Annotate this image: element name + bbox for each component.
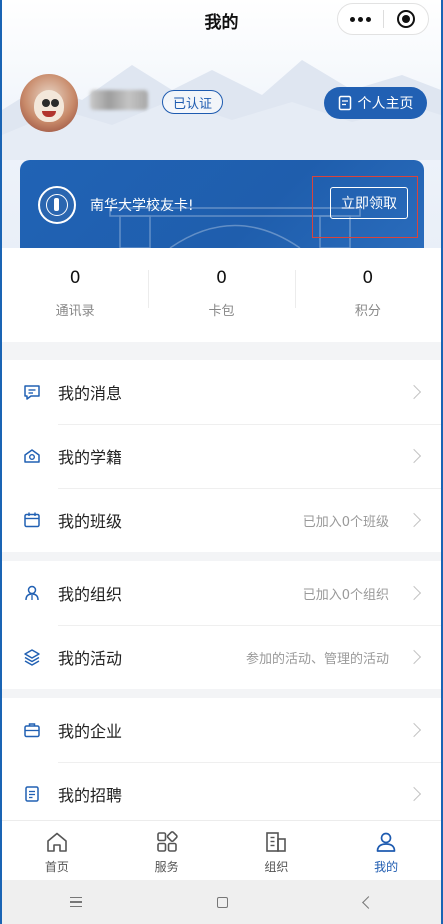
stat-points[interactable]: 0 积分 — [294, 248, 441, 342]
chevron-right-icon — [406, 649, 422, 665]
system-navigation-bar — [2, 880, 441, 924]
stat-value: 0 — [69, 268, 81, 288]
stat-label: 卡包 — [208, 304, 235, 319]
menu-item-messages[interactable]: 我的消息 — [2, 360, 441, 424]
tab-organization[interactable]: 组织 — [222, 821, 332, 880]
chevron-right-icon — [406, 512, 422, 528]
alumni-card-text: 南华大学校友卡! — [90, 198, 194, 214]
miniprogram-capsule — [337, 3, 429, 35]
student-status-icon — [24, 449, 40, 463]
menu-group-organization: 我的组织 已加入0个组织 我的活动 参加的活动、管理的活动 — [2, 561, 441, 689]
chevron-right-icon — [406, 786, 422, 802]
tab-label: 首页 — [44, 860, 69, 874]
stat-card-wallet[interactable]: 0 卡包 — [148, 248, 294, 342]
menu-item-student-status[interactable]: 我的学籍 — [2, 424, 441, 488]
username-blurred — [90, 90, 148, 110]
menu-item-label: 我的企业 — [58, 722, 123, 741]
building-icon — [266, 832, 287, 852]
menu-item-enterprise[interactable]: 我的企业 — [2, 698, 441, 762]
university-logo-icon — [38, 186, 76, 224]
menu-item-detail: 已加入0个组织 — [302, 587, 389, 603]
menu-group-personal: 我的消息 我的学籍 我的班级 已加入0个班级 — [2, 360, 441, 552]
chevron-right-icon — [406, 722, 422, 738]
stats-bar: 0 通讯录 0 卡包 0 积分 — [2, 248, 441, 342]
chevron-right-icon — [406, 585, 422, 601]
menu-item-class[interactable]: 我的班级 已加入0个班级 — [2, 488, 441, 552]
personal-homepage-button[interactable]: 个人主页 — [324, 87, 427, 119]
organization-icon — [25, 585, 39, 601]
layers-icon — [24, 649, 40, 666]
more-icon[interactable] — [338, 16, 383, 22]
menu-item-label: 我的消息 — [58, 384, 123, 403]
menu-icon[interactable] — [69, 894, 82, 911]
bottom-tab-bar: 首页 服务 组织 我的 — [2, 820, 441, 880]
menu-item-label: 我的班级 — [58, 512, 123, 531]
menu-item-label: 我的招聘 — [58, 786, 123, 805]
briefcase-icon — [24, 723, 40, 738]
chevron-right-icon — [406, 384, 422, 400]
profile-header: 我的 已认证 个人主页 南华大学校友卡! 立即领取 — [2, 0, 441, 250]
tab-home[interactable]: 首页 — [2, 821, 112, 880]
tab-label: 组织 — [264, 860, 289, 874]
home-square-icon[interactable] — [217, 896, 229, 908]
claim-now-button[interactable]: 立即领取 — [330, 187, 408, 219]
grid-icon — [156, 831, 178, 852]
person-icon — [376, 832, 396, 852]
menu-item-detail: 参加的活动、管理的活动 — [245, 651, 389, 667]
message-icon — [24, 385, 40, 400]
tab-services[interactable]: 服务 — [112, 821, 222, 880]
menu-group-career: 我的企业 我的招聘 — [2, 698, 441, 826]
back-icon[interactable] — [362, 895, 376, 909]
stat-label: 积分 — [354, 304, 381, 319]
menu-item-label: 我的活动 — [58, 649, 123, 668]
personal-homepage-label: 个人主页 — [357, 96, 414, 112]
menu-item-activities[interactable]: 我的活动 参加的活动、管理的活动 — [2, 625, 441, 689]
menu-item-label: 我的组织 — [58, 585, 123, 604]
calendar-icon — [24, 512, 40, 528]
menu-item-organization[interactable]: 我的组织 已加入0个组织 — [2, 561, 441, 625]
tab-label: 服务 — [154, 860, 179, 874]
menu-item-recruitment[interactable]: 我的招聘 — [2, 762, 441, 826]
profile-card-icon — [338, 95, 351, 111]
chevron-right-icon — [406, 448, 422, 464]
close-icon[interactable] — [384, 10, 429, 28]
menu-item-detail: 已加入0个班级 — [302, 514, 389, 530]
home-icon — [47, 832, 67, 852]
alumni-card-banner[interactable]: 南华大学校友卡! 立即领取 — [20, 160, 424, 248]
stat-label: 通讯录 — [55, 304, 95, 319]
stat-value: 0 — [216, 268, 227, 288]
document-icon — [25, 786, 39, 802]
menu-item-label: 我的学籍 — [58, 448, 123, 467]
stat-value: 0 — [362, 268, 374, 288]
avatar[interactable] — [20, 74, 78, 132]
stat-contacts[interactable]: 0 通讯录 — [2, 248, 148, 342]
verified-badge: 已认证 — [162, 90, 224, 114]
tab-mine[interactable]: 我的 — [331, 821, 441, 880]
tab-label: 我的 — [374, 860, 399, 874]
